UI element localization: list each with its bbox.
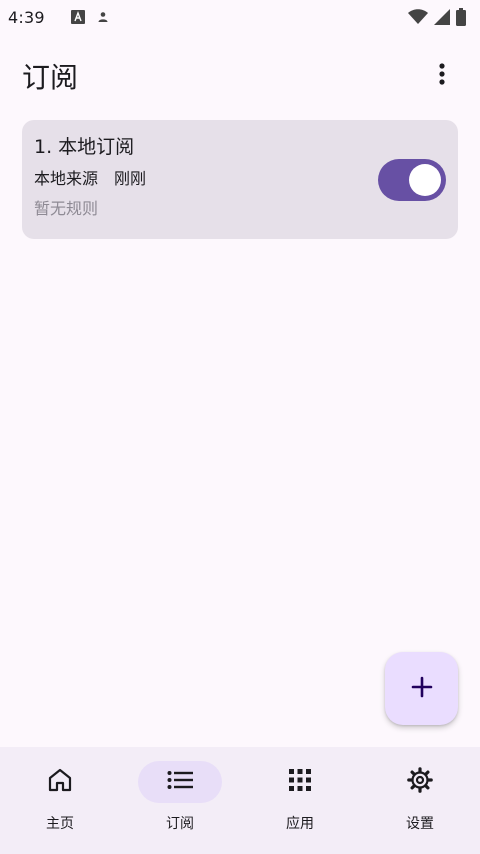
battery-icon — [456, 8, 466, 26]
page-title: 订阅 — [22, 61, 79, 94]
account-icon — [97, 11, 109, 23]
nav-label: 主页 — [46, 816, 74, 832]
more-options-button[interactable] — [422, 56, 462, 96]
list-icon — [167, 770, 193, 794]
toggle-thumb — [409, 164, 441, 196]
screen: 4:39 订阅 1. 本地订阅 本地来源 刚刚 暂无规则 主页 订阅 应用 设置 — [0, 0, 480, 854]
status-time: 4:39 — [8, 7, 45, 27]
gear-icon — [407, 767, 433, 797]
nav-label: 订阅 — [166, 816, 194, 832]
subscription-card[interactable]: 1. 本地订阅 本地来源 刚刚 暂无规则 — [22, 120, 458, 239]
nav-item-home[interactable]: 主页 — [0, 761, 120, 854]
nav-pill-active — [138, 761, 222, 803]
nav-item-subscriptions[interactable]: 订阅 — [120, 761, 240, 854]
apps-grid-icon — [289, 769, 311, 795]
plus-icon — [411, 676, 433, 702]
nav-label: 设置 — [406, 816, 434, 832]
nav-item-apps[interactable]: 应用 — [240, 761, 360, 854]
bottom-navigation: 主页 订阅 应用 设置 — [0, 747, 480, 854]
add-subscription-button[interactable] — [385, 652, 458, 725]
nav-pill — [18, 761, 102, 803]
app-bar: 订阅 — [0, 40, 480, 112]
wifi-icon — [408, 9, 428, 25]
nav-pill — [258, 761, 342, 803]
status-bar: 4:39 — [0, 0, 480, 34]
app-notification-icon — [70, 10, 85, 24]
home-icon — [47, 768, 73, 796]
subscription-enable-toggle[interactable] — [378, 159, 446, 201]
nav-item-settings[interactable]: 设置 — [360, 761, 480, 854]
nav-pill — [378, 761, 462, 803]
nav-label: 应用 — [286, 816, 314, 832]
subscription-name: 1. 本地订阅 — [34, 136, 135, 158]
subscription-updated: 刚刚 — [114, 169, 147, 188]
more-vert-icon — [439, 63, 445, 89]
subscription-source: 本地来源 — [34, 169, 99, 188]
subscription-rules: 暂无规则 — [34, 199, 99, 218]
signal-icon — [434, 9, 450, 25]
